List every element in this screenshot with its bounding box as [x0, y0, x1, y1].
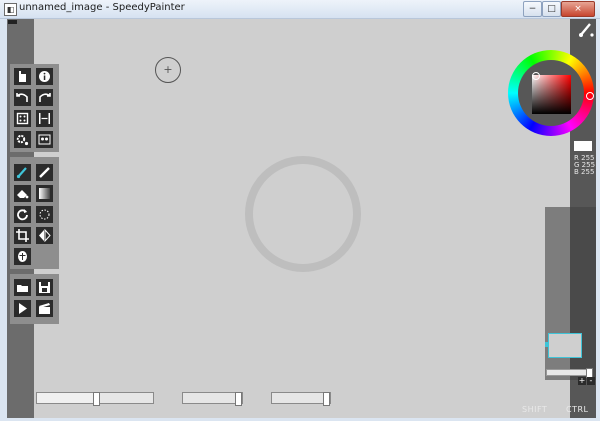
opacity-slider[interactable] — [182, 392, 243, 406]
maximize-button[interactable]: □ — [542, 1, 561, 17]
flip-icon[interactable] — [36, 227, 53, 244]
brush-size-knob[interactable] — [93, 392, 100, 406]
brush-size-slider[interactable] — [36, 392, 154, 406]
canvas-fit-icon[interactable] — [36, 131, 53, 148]
rotate-icon[interactable] — [14, 206, 31, 223]
play-icon[interactable] — [14, 300, 31, 317]
opacity-knob[interactable] — [235, 392, 242, 406]
saturation-value-picker[interactable] — [532, 75, 571, 114]
lasso-icon[interactable] — [36, 206, 53, 223]
current-color-swatch[interactable] — [574, 141, 592, 151]
open-folder-icon[interactable] — [14, 279, 31, 296]
brush-cursor: + — [155, 57, 181, 83]
mask-icon[interactable] — [14, 248, 31, 265]
canvas-ring-shape — [245, 156, 361, 272]
flow-knob[interactable] — [323, 392, 330, 406]
resize-icon[interactable] — [36, 110, 53, 127]
record-icon[interactable] — [36, 300, 53, 317]
window-frame-left — [0, 19, 7, 421]
pen-icon[interactable] — [36, 164, 53, 181]
brush-size-fill — [37, 393, 95, 403]
settings-icon[interactable] — [14, 131, 31, 148]
brush-icon[interactable] — [14, 164, 31, 181]
rgb-readout-b: B 255 — [574, 168, 595, 176]
layer-thumbnail[interactable] — [548, 333, 582, 358]
sv-marker[interactable] — [532, 72, 540, 80]
minimize-button[interactable]: − — [523, 1, 542, 17]
gradient-icon[interactable] — [36, 185, 53, 202]
random-icon[interactable] — [14, 110, 31, 127]
brush-settings-icon[interactable] — [576, 20, 596, 40]
save-icon[interactable] — [36, 279, 53, 296]
eraser-icon[interactable] — [14, 185, 31, 202]
window-frame-right — [596, 19, 600, 421]
shift-hint: SHIFT — [522, 405, 548, 414]
window-title: unnamed_image - SpeedyPainter — [19, 2, 185, 13]
redo-icon[interactable] — [36, 89, 53, 106]
menu-grip-icon[interactable] — [8, 20, 17, 24]
new-file-icon[interactable] — [14, 68, 31, 85]
app-icon: ◧ — [4, 3, 17, 16]
flow-slider[interactable] — [271, 392, 331, 406]
crop-icon[interactable] — [14, 227, 31, 244]
info-icon[interactable] — [36, 68, 53, 85]
undo-icon[interactable] — [14, 89, 31, 106]
hue-marker[interactable] — [586, 92, 594, 100]
close-button[interactable]: × — [561, 1, 595, 17]
remove-layer-button[interactable]: - — [587, 377, 595, 385]
title-bar: ◧ unnamed_image - SpeedyPainter − □ × — [0, 0, 600, 19]
add-layer-button[interactable]: + — [578, 377, 586, 385]
ctrl-hint: CTRL — [566, 405, 589, 414]
